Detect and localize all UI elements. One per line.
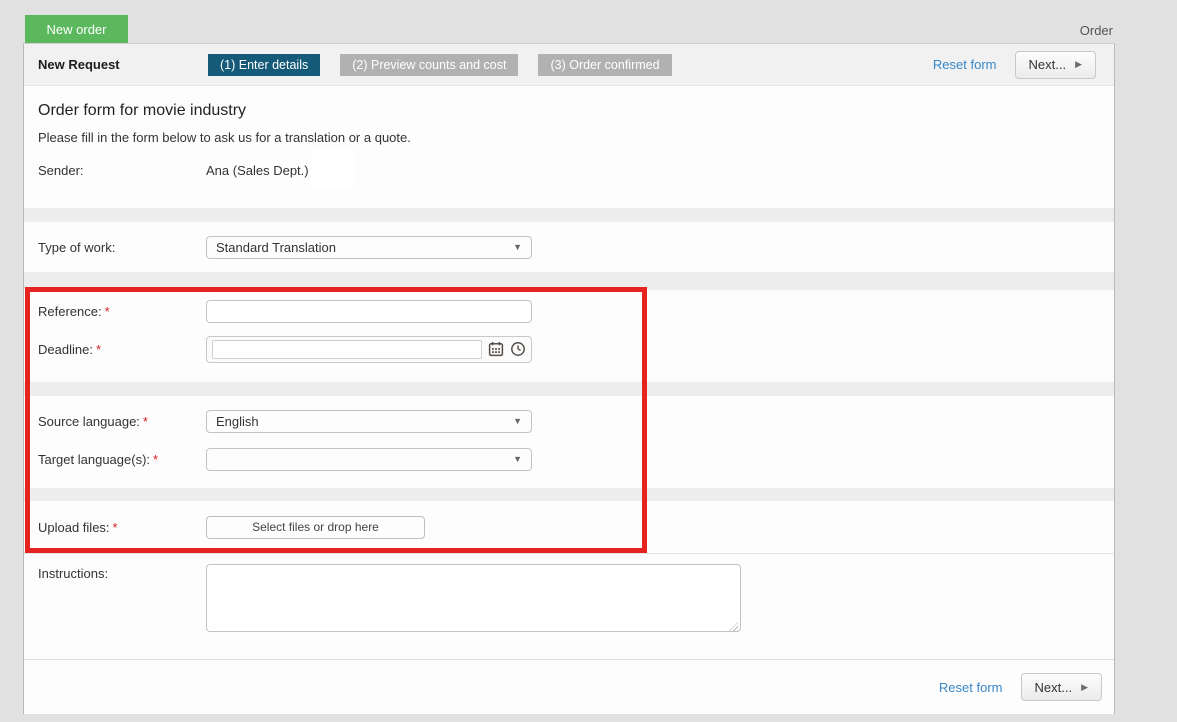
reference-row: Reference:* <box>24 294 1114 328</box>
required-marker: * <box>96 342 101 357</box>
instructions-textarea[interactable] <box>206 564 741 632</box>
sender-highlight-box <box>311 150 355 188</box>
tab-new-order[interactable]: New order <box>25 15 128 43</box>
deadline-input[interactable] <box>212 340 482 359</box>
deadline-label: Deadline:* <box>38 342 206 357</box>
header-actions: Reset form Next... ▶ <box>933 51 1100 79</box>
reference-deadline-section: Reference:* Deadline:* <box>24 290 1114 382</box>
next-button-label: Next... <box>1035 680 1073 695</box>
form-subtitle: Please fill in the form below to ask us … <box>38 130 1100 145</box>
instructions-label: Instructions: <box>38 564 206 581</box>
reference-label: Reference:* <box>38 304 206 319</box>
section-divider <box>24 382 1114 396</box>
required-marker: * <box>153 452 158 467</box>
intro-section: Order form for movie industry Please fil… <box>24 86 1114 208</box>
deadline-row: Deadline:* <box>24 332 1114 366</box>
deadline-input-group <box>206 336 532 363</box>
instructions-section: Instructions: <box>24 553 1114 659</box>
order-label: Order <box>1080 23 1113 38</box>
panel-title: New Request <box>38 57 208 72</box>
next-button-label: Next... <box>1029 57 1067 72</box>
target-language-row: Target language(s):* ▼ <box>24 442 1114 476</box>
wizard-steps: (1) Enter details (2) Preview counts and… <box>208 54 672 76</box>
required-marker: * <box>143 414 148 429</box>
reference-input[interactable] <box>206 300 532 323</box>
next-arrow-icon: ▶ <box>1075 60 1082 69</box>
source-language-label: Source language:* <box>38 414 206 429</box>
select-files-button[interactable]: Select files or drop here <box>206 516 425 539</box>
next-arrow-icon: ▶ <box>1081 683 1088 692</box>
section-divider <box>24 488 1114 501</box>
chevron-down-icon: ▼ <box>513 242 522 252</box>
section-divider <box>24 272 1114 290</box>
chevron-down-icon: ▼ <box>513 454 522 464</box>
type-of-work-row: Type of work: Standard Translation ▼ <box>24 222 1114 272</box>
step-1-enter-details[interactable]: (1) Enter details <box>208 54 320 76</box>
calendar-icon[interactable] <box>487 341 504 358</box>
type-of-work-select[interactable]: Standard Translation ▼ <box>206 236 532 259</box>
sender-label: Sender: <box>38 163 206 178</box>
page: New order Order New Request (1) Enter de… <box>0 0 1177 722</box>
required-marker: * <box>105 304 110 319</box>
source-language-value: English <box>216 414 259 429</box>
instructions-row: Instructions: <box>24 564 1114 637</box>
clock-icon[interactable] <box>509 341 526 358</box>
step-2-preview-counts[interactable]: (2) Preview counts and cost <box>340 54 518 76</box>
upload-files-label: Upload files:* <box>38 520 206 535</box>
required-marker: * <box>113 520 118 535</box>
form-title: Order form for movie industry <box>38 102 1100 120</box>
section-divider <box>24 208 1114 222</box>
type-of-work-label: Type of work: <box>38 240 206 255</box>
step-3-order-confirmed[interactable]: (3) Order confirmed <box>538 54 671 76</box>
panel-footer: Reset form Next... ▶ <box>24 659 1114 714</box>
next-button-bottom[interactable]: Next... ▶ <box>1021 673 1103 701</box>
target-language-label: Target language(s):* <box>38 452 206 467</box>
target-language-select[interactable]: ▼ <box>206 448 532 471</box>
panel-header: New Request (1) Enter details (2) Previe… <box>24 44 1114 86</box>
reset-form-link-top[interactable]: Reset form <box>933 57 997 72</box>
reset-form-link-bottom[interactable]: Reset form <box>939 680 1003 695</box>
type-of-work-value: Standard Translation <box>216 240 336 255</box>
new-request-panel: New Request (1) Enter details (2) Previe… <box>23 43 1115 714</box>
chevron-down-icon: ▼ <box>513 416 522 426</box>
source-language-row: Source language:* English ▼ <box>24 404 1114 438</box>
sender-value: Ana (Sales Dept.) <box>206 163 309 178</box>
upload-files-row: Upload files:* Select files or drop here <box>24 501 1114 553</box>
languages-section: Source language:* English ▼ Target langu… <box>24 396 1114 488</box>
sender-row: Sender: Ana (Sales Dept.) <box>38 163 1100 178</box>
next-button-top[interactable]: Next... ▶ <box>1015 51 1097 79</box>
source-language-select[interactable]: English ▼ <box>206 410 532 433</box>
